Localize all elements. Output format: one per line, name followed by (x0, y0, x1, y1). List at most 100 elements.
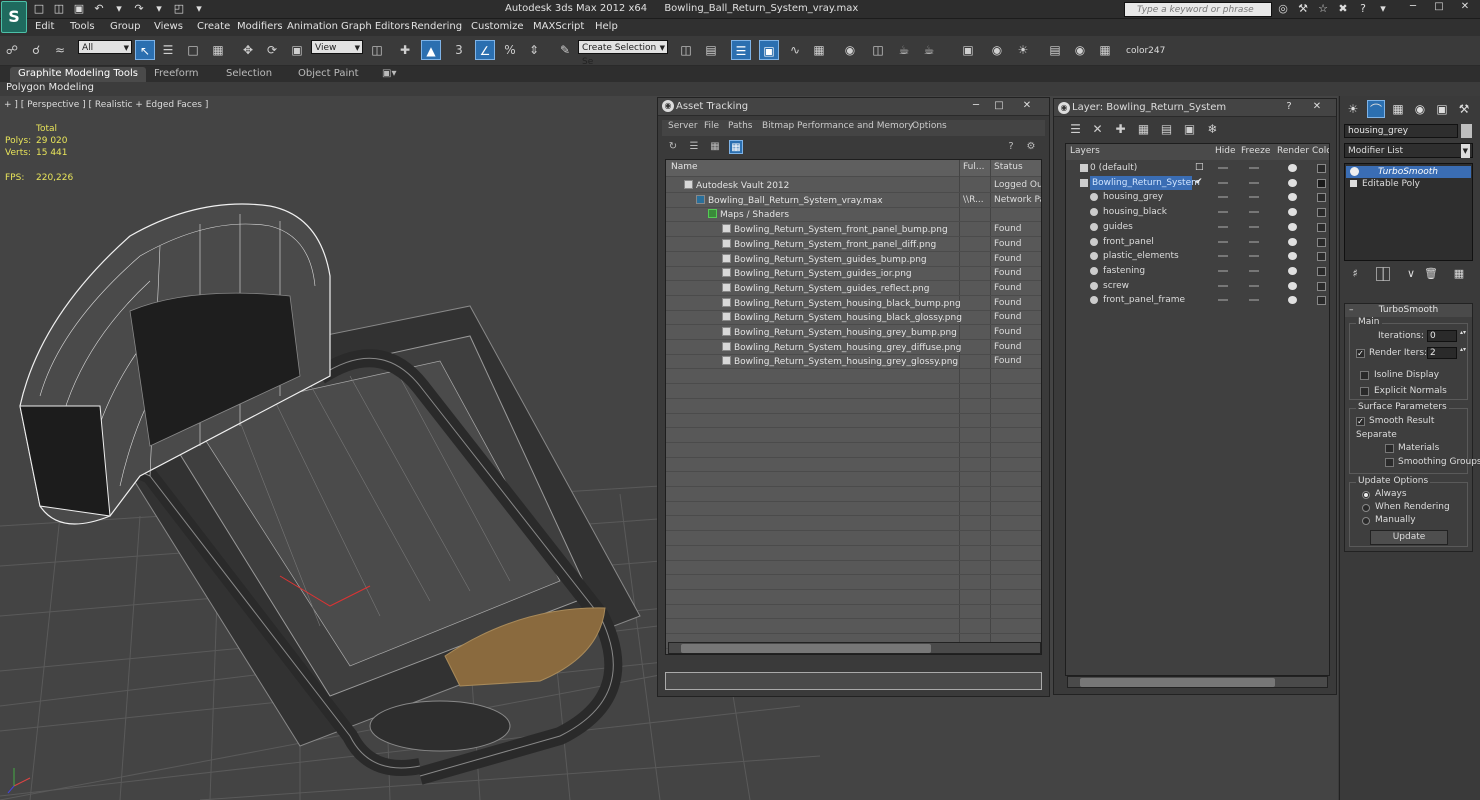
table-row[interactable] (666, 604, 1041, 620)
menu-graph-editors[interactable]: Graph Editors (341, 21, 410, 32)
rollout-title[interactable]: – TurboSmooth (1345, 304, 1472, 317)
table-row[interactable]: Autodesk Vault 2012 Logged Out (666, 178, 1041, 193)
add-to-layer-icon[interactable]: ✚ (1113, 122, 1128, 137)
minimize-icon[interactable]: ─ (1400, 0, 1426, 15)
scroll-thumb[interactable] (681, 644, 931, 653)
tools-icon[interactable]: ⚒ (1296, 2, 1310, 16)
render-teapot-icon[interactable] (1288, 208, 1297, 217)
column-full-path[interactable]: Ful... (963, 162, 984, 172)
pin-stack-icon[interactable]: ♯ (1348, 267, 1362, 281)
ribbon-options-icon[interactable]: ▣▾ (374, 67, 404, 82)
iterations-spinner[interactable]: 0 (1427, 330, 1466, 342)
menu-create[interactable]: Create (197, 21, 230, 32)
spinner-snap-icon[interactable]: ⇕ (524, 40, 544, 60)
show-end-result-icon[interactable]: │ (1376, 267, 1390, 281)
explicit-normals-checkbox[interactable] (1360, 387, 1369, 396)
layer-row[interactable]: plastic_elements (1066, 249, 1329, 264)
hide-toggle[interactable] (1218, 181, 1228, 184)
list-view-icon[interactable]: ☰ (687, 140, 701, 154)
hide-toggle[interactable] (1218, 255, 1228, 258)
table-row[interactable] (666, 516, 1041, 532)
freeze-toggle[interactable] (1249, 167, 1259, 169)
align-icon[interactable]: ▤ (701, 40, 721, 60)
menu-options[interactable]: Options (912, 121, 947, 131)
menu-bitmap-performance[interactable]: Bitmap Performance and Memory (762, 121, 913, 131)
column-status[interactable]: Status (994, 162, 1023, 172)
asset-path-field[interactable] (665, 672, 1042, 690)
undo-icon[interactable]: ↶ (92, 2, 106, 16)
current-layer-check-icon[interactable]: ✔ (1195, 177, 1204, 187)
mirror-icon[interactable]: ◫ (676, 40, 696, 60)
menu-edit[interactable]: Edit (35, 21, 54, 32)
table-row[interactable] (666, 399, 1041, 414)
freeze-toggle[interactable] (1249, 269, 1259, 272)
table-row[interactable]: Bowling_Return_System_housing_grey_gloss… (666, 354, 1041, 370)
layer-color-swatch[interactable] (1317, 252, 1326, 262)
layer-row[interactable]: guides (1066, 220, 1329, 235)
scroll-thumb[interactable] (1080, 678, 1275, 687)
layer-color-swatch[interactable] (1317, 237, 1326, 247)
when-rendering-radio[interactable] (1362, 504, 1370, 512)
minimize-icon[interactable]: ─ (965, 99, 987, 113)
layer-color-swatch[interactable] (1317, 266, 1326, 276)
freeze-toggle[interactable] (1249, 181, 1259, 184)
table-view-icon[interactable]: ▦ (729, 140, 743, 154)
render-setup-icon[interactable]: ◫ (868, 40, 888, 60)
window-crossing-icon[interactable]: ▦ (208, 40, 228, 60)
menu-server[interactable]: Server (668, 121, 698, 131)
layer-row[interactable]: housing_grey (1066, 190, 1329, 205)
angle-snap-icon[interactable]: ∠ (475, 40, 495, 60)
materials-checkbox[interactable] (1385, 444, 1394, 453)
close-icon[interactable]: ✕ (1016, 99, 1038, 113)
layer-row[interactable]: screw (1066, 279, 1329, 294)
vray-proxy-icon[interactable]: ▤ (1045, 40, 1065, 60)
render-teapot-icon[interactable] (1288, 178, 1297, 187)
freeze-toggle[interactable] (1249, 240, 1259, 243)
menu-help[interactable]: Help (595, 21, 618, 32)
table-row[interactable]: Bowling_Return_System_housing_grey_diffu… (666, 340, 1041, 355)
table-row[interactable] (666, 413, 1041, 429)
freeze-toggle[interactable] (1249, 255, 1259, 258)
modify-tab-icon[interactable]: ⌒ (1367, 100, 1385, 118)
menu-file[interactable]: File (704, 121, 719, 131)
table-row[interactable] (666, 590, 1041, 605)
render-production-icon[interactable]: ☕ (919, 40, 939, 60)
hide-toggle[interactable] (1218, 284, 1228, 287)
redo-icon[interactable]: ↷ (132, 2, 146, 16)
create-tab-icon[interactable]: ☀ (1344, 100, 1362, 118)
layer-color-swatch[interactable] (1317, 222, 1326, 232)
render-teapot-icon[interactable] (1288, 266, 1297, 275)
menu-rendering[interactable]: Rendering (411, 21, 462, 32)
select-in-layer-icon[interactable]: ▦ (1136, 122, 1151, 137)
menu-tools[interactable]: Tools (70, 21, 95, 32)
unlink-icon[interactable]: ☌ (26, 40, 46, 60)
app-logo[interactable]: S (1, 1, 27, 33)
save-file-icon[interactable]: ▣ (72, 2, 86, 16)
layer-row[interactable]: front_panel_frame (1066, 293, 1329, 308)
stack-item-editable-poly[interactable]: Editable Poly (1346, 178, 1471, 190)
highlight-layer-icon[interactable]: ▤ (1159, 122, 1174, 137)
render-teapot-icon[interactable] (1288, 222, 1297, 231)
expand-icon[interactable] (1350, 180, 1357, 187)
display-tab-icon[interactable]: ▣ (1433, 100, 1451, 118)
table-row[interactable]: Bowling_Return_System_housing_black_glos… (666, 310, 1041, 326)
render-teapot-icon[interactable] (1288, 252, 1297, 261)
vray-fur-icon[interactable]: ▦ (1095, 40, 1115, 60)
layer-manager-icon[interactable]: ☰ (731, 40, 751, 60)
table-row[interactable] (666, 560, 1041, 576)
bind-space-warp-icon[interactable]: ≈ (50, 40, 70, 60)
asset-horizontal-scrollbar[interactable] (668, 642, 1041, 654)
column-freeze[interactable]: Freeze (1241, 146, 1270, 156)
asset-tracking-titlebar[interactable]: ◉ Asset Tracking ─ □ ✕ (658, 98, 1049, 116)
vray-icon[interactable]: ▣ (958, 40, 978, 60)
snaps-toggle-icon[interactable]: 3 (449, 40, 469, 60)
edit-named-selection-icon[interactable]: ✎ (555, 40, 575, 60)
table-row[interactable] (666, 457, 1041, 473)
render-teapot-icon[interactable] (1288, 193, 1297, 202)
table-row[interactable] (666, 487, 1041, 502)
table-row[interactable]: Bowling_Return_System_housing_grey_bump.… (666, 325, 1041, 340)
column-layers[interactable]: Layers (1070, 146, 1100, 156)
freeze-toggle[interactable] (1249, 299, 1259, 302)
dropdown-icon[interactable]: ▾ (192, 2, 206, 16)
vray-sphere-icon[interactable]: ◉ (1070, 40, 1090, 60)
